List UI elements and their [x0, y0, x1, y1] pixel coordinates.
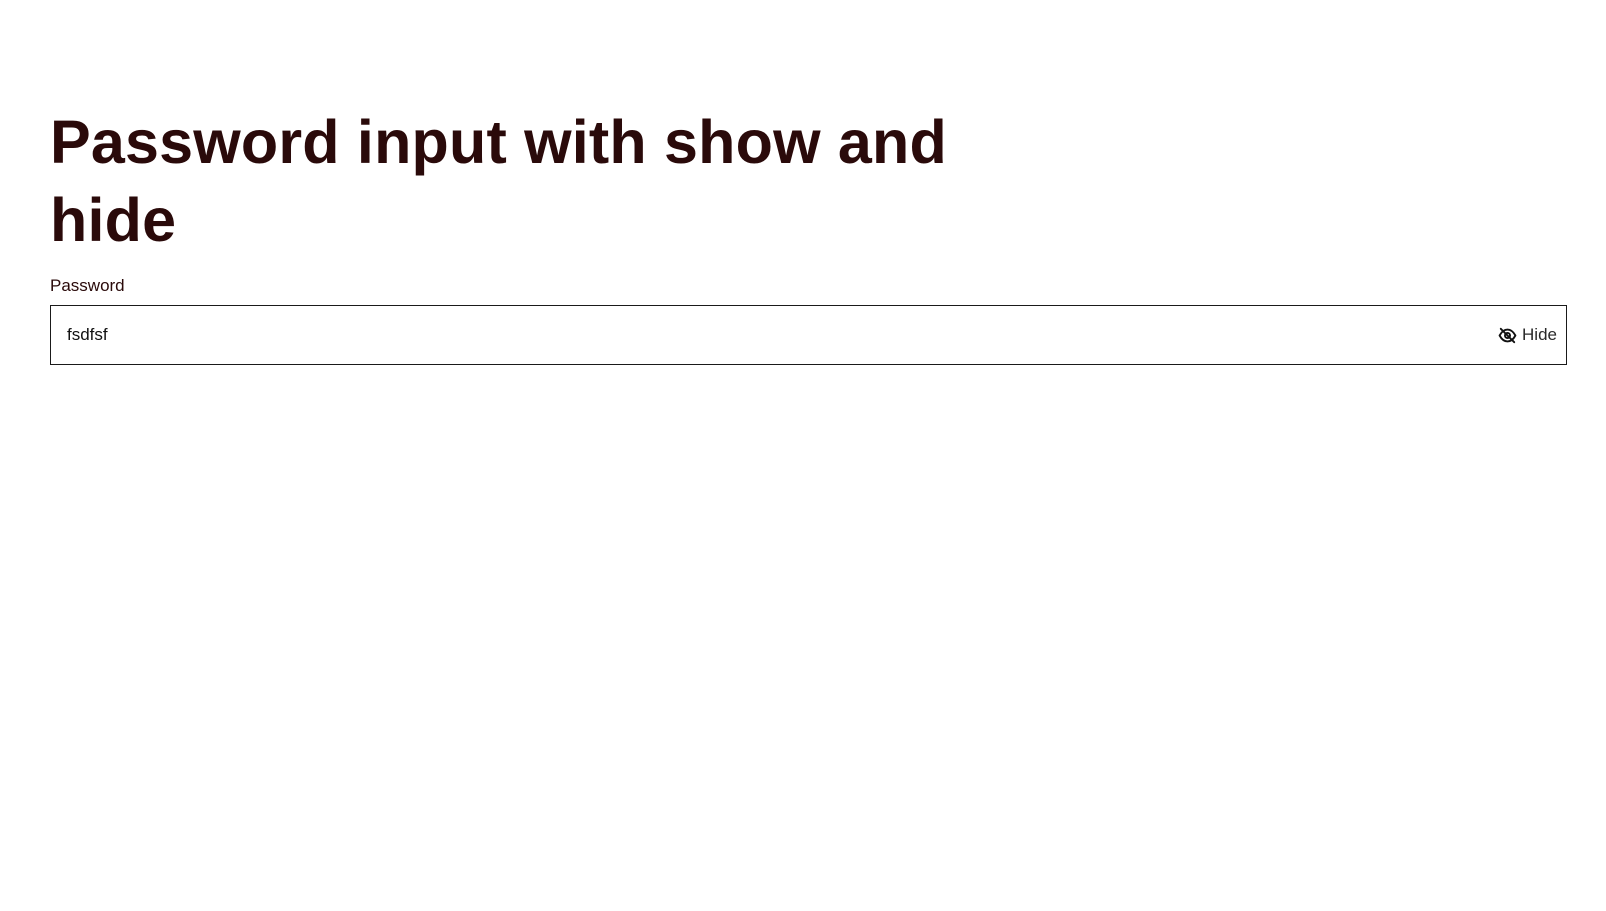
password-label: Password [50, 276, 125, 295]
page: Password input with show and hide Passwo… [0, 0, 1606, 911]
hide-password-button[interactable]: Hide [1490, 306, 1566, 364]
page-title: Password input with show and hide [50, 108, 947, 254]
eye-slash-icon [1498, 326, 1517, 345]
hide-button-label: Hide [1522, 325, 1557, 344]
password-input[interactable] [51, 306, 1491, 364]
password-field: Hide [50, 305, 1567, 365]
